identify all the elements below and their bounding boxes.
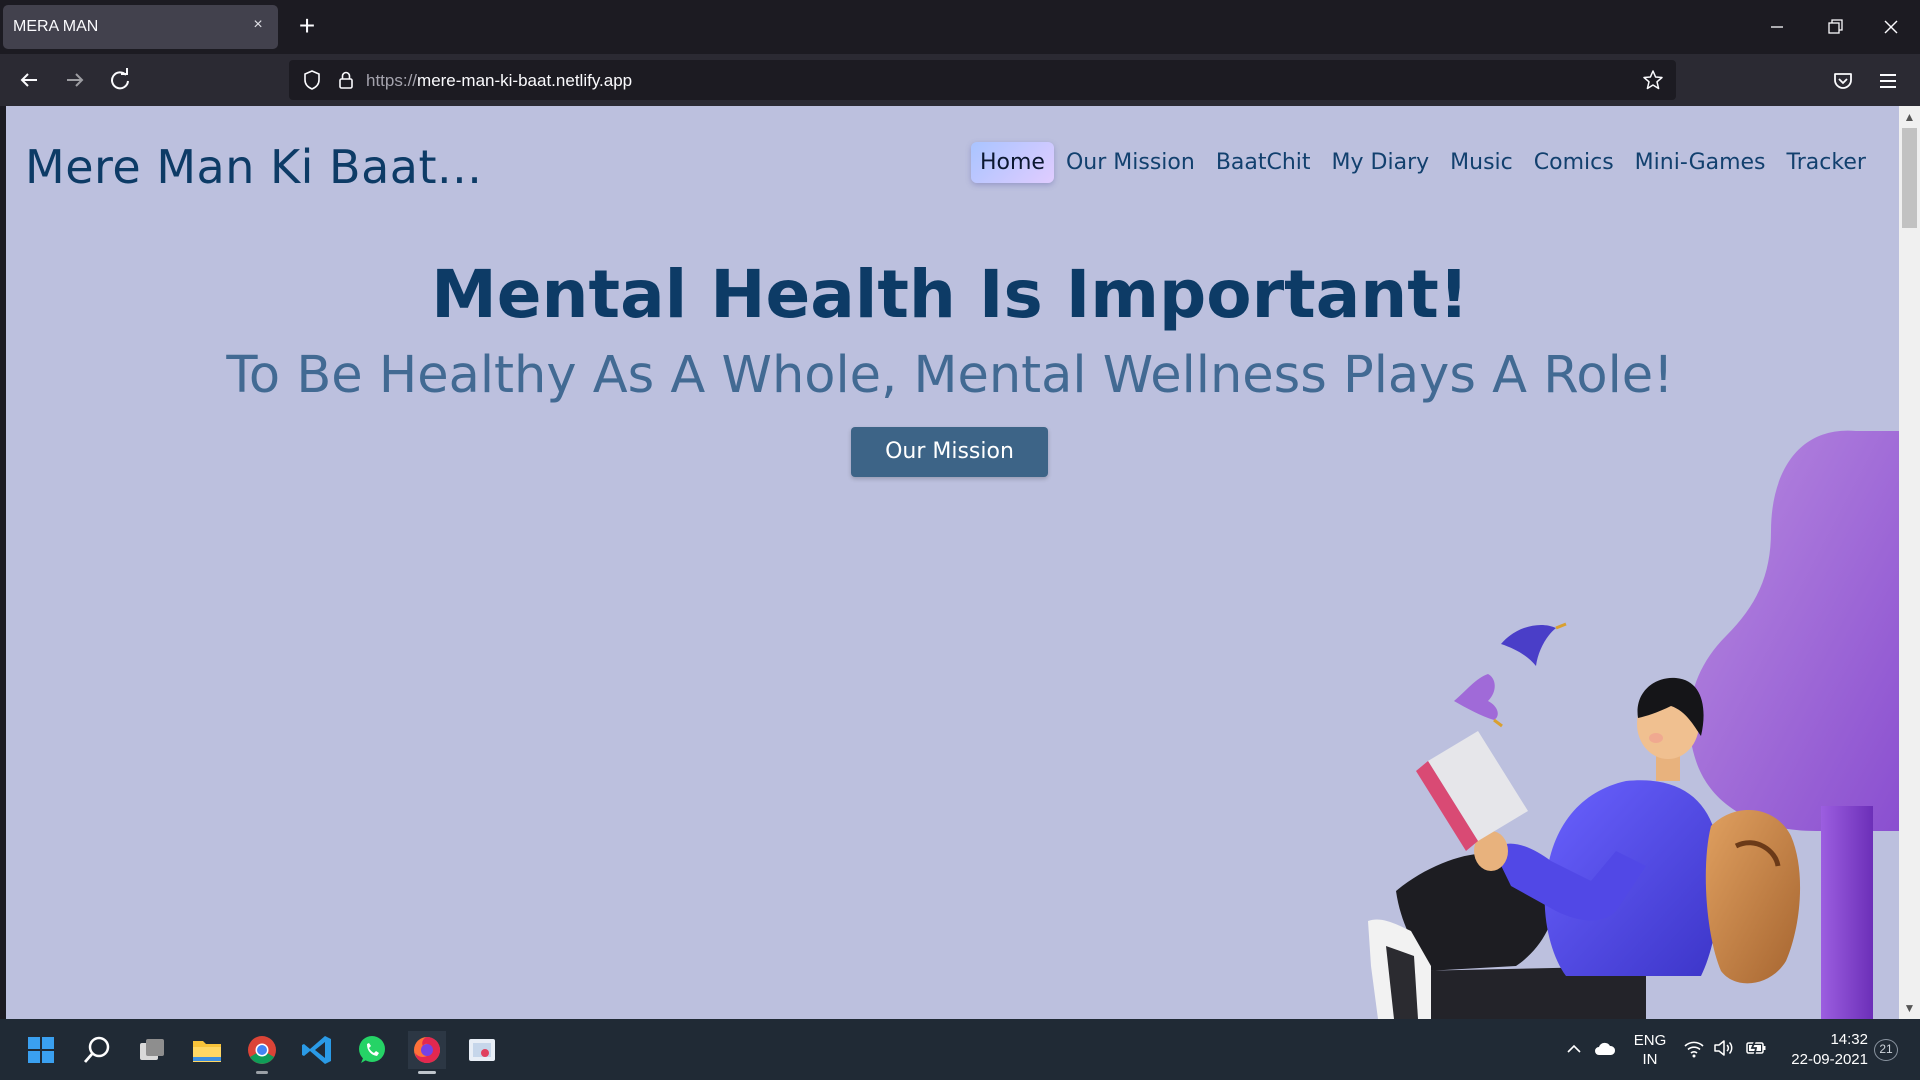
scroll-down-arrow-icon[interactable]: ▼ xyxy=(1899,999,1920,1017)
bird-icon xyxy=(1501,624,1556,666)
file-explorer-icon[interactable] xyxy=(188,1031,226,1069)
task-view-icon[interactable] xyxy=(133,1031,171,1069)
onedrive-cloud-icon[interactable] xyxy=(1593,1037,1617,1061)
snipping-tool-icon[interactable] xyxy=(463,1031,501,1069)
reading-boy-illustration xyxy=(1368,430,1899,1019)
chevron-up-icon[interactable] xyxy=(1564,1039,1584,1059)
volume-icon[interactable] xyxy=(1712,1037,1734,1059)
chrome-icon[interactable] xyxy=(243,1031,281,1069)
language-code: ENG xyxy=(1633,1032,1667,1049)
pocket-icon[interactable] xyxy=(1831,69,1855,93)
nav-home[interactable]: Home xyxy=(971,142,1054,183)
web-page: Mere Man Ki Baat... Home Our Mission Baa… xyxy=(6,106,1899,1019)
hamburger-menu-icon[interactable] xyxy=(1876,69,1900,93)
vscode-icon[interactable] xyxy=(298,1031,336,1069)
browser-tab-bar: MERA MAN × + xyxy=(0,0,1920,54)
chrome-running-indicator xyxy=(256,1071,268,1074)
battery-charging-icon[interactable] xyxy=(1744,1037,1768,1059)
site-nav: Home Our Mission BaatChit My Diary Music… xyxy=(971,142,1878,183)
windows-taskbar: ENG IN 14:32 22-09-2021 21 xyxy=(0,1019,1920,1080)
reload-icon[interactable] xyxy=(105,65,135,95)
tab-title: MERA MAN xyxy=(13,18,99,35)
lock-icon[interactable] xyxy=(335,69,357,91)
firefox-icon[interactable] xyxy=(408,1031,446,1069)
region-code: IN xyxy=(1642,1051,1658,1068)
page-scrollbar[interactable]: ▲ ▼ xyxy=(1899,106,1920,1019)
whatsapp-icon[interactable] xyxy=(353,1031,391,1069)
browser-tab[interactable]: MERA MAN × xyxy=(3,5,278,49)
tab-close-icon[interactable]: × xyxy=(250,17,266,33)
nav-music[interactable]: Music xyxy=(1441,142,1522,183)
clock-date: 22-09-2021 xyxy=(1791,1051,1868,1068)
firefox-running-indicator xyxy=(418,1071,436,1074)
notification-badge[interactable]: 21 xyxy=(1874,1039,1898,1061)
back-arrow-icon[interactable] xyxy=(14,65,44,95)
start-icon[interactable] xyxy=(22,1031,60,1069)
nav-tracker[interactable]: Tracker xyxy=(1778,142,1875,183)
restore-icon[interactable] xyxy=(1820,12,1850,42)
minimize-icon[interactable] xyxy=(1762,12,1792,42)
nav-baatchit[interactable]: BaatChit xyxy=(1207,142,1320,183)
scroll-up-arrow-icon[interactable]: ▲ xyxy=(1899,108,1920,126)
clock-time: 14:32 xyxy=(1830,1031,1868,1048)
system-clock[interactable]: 14:32 22-09-2021 xyxy=(1778,1030,1868,1070)
new-tab-button[interactable]: + xyxy=(293,12,321,40)
site-logo[interactable]: Mere Man Ki Baat... xyxy=(25,140,482,194)
close-window-icon[interactable] xyxy=(1876,12,1906,42)
wifi-icon[interactable] xyxy=(1683,1037,1705,1059)
nav-our-mission[interactable]: Our Mission xyxy=(1057,142,1204,183)
bookmark-star-icon[interactable] xyxy=(1642,69,1664,91)
our-mission-button[interactable]: Our Mission xyxy=(851,427,1048,477)
scroll-thumb[interactable] xyxy=(1902,128,1917,228)
url-text[interactable]: https://mere-man-ki-baat.netlify.app xyxy=(366,71,632,91)
address-bar[interactable]: https://mere-man-ki-baat.netlify.app xyxy=(289,60,1676,100)
nav-my-diary[interactable]: My Diary xyxy=(1323,142,1439,183)
language-indicator[interactable]: ENG IN xyxy=(1632,1031,1668,1069)
forward-arrow-icon[interactable] xyxy=(60,65,90,95)
nav-comics[interactable]: Comics xyxy=(1525,142,1623,183)
bird-icon xyxy=(1454,674,1498,720)
url-protocol: https:// xyxy=(366,71,418,90)
shield-icon[interactable] xyxy=(301,69,323,91)
nav-mini-games[interactable]: Mini-Games xyxy=(1626,142,1775,183)
url-host: mere-man-ki-baat.netlify.app xyxy=(417,71,633,90)
search-icon[interactable] xyxy=(78,1031,116,1069)
browser-toolbar: https://mere-man-ki-baat.netlify.app xyxy=(0,54,1920,106)
